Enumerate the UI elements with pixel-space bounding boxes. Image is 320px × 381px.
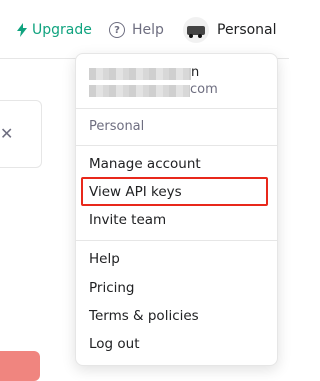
divider (76, 108, 277, 109)
account-dropdown-menu: n com Personal Manage account View API k… (75, 53, 278, 366)
close-icon[interactable]: ✕ (0, 124, 13, 143)
lightning-icon (17, 23, 27, 37)
email-suffix: com (190, 82, 218, 97)
help-button[interactable]: ? Help (109, 19, 164, 41)
account-label: Personal (217, 22, 277, 38)
top-bar: Upgrade ? Help Personal (0, 0, 289, 59)
username-tail: n (191, 65, 200, 80)
help-item[interactable]: Help (89, 249, 120, 269)
divider (76, 240, 277, 241)
annotation-highlight-box (81, 177, 268, 206)
invite-team-item[interactable]: Invite team (89, 210, 166, 230)
avatar (183, 17, 209, 43)
redacted-username (89, 68, 191, 80)
upgrade-button[interactable]: Upgrade (17, 19, 92, 41)
account-menu-button[interactable]: Personal (183, 17, 277, 43)
log-out-item[interactable]: Log out (89, 334, 140, 354)
divider (76, 145, 277, 146)
question-mark-icon: ? (109, 22, 125, 38)
help-label: Help (132, 22, 164, 38)
terms-policies-item[interactable]: Terms & policies (89, 306, 199, 326)
manage-account-item[interactable]: Manage account (89, 154, 201, 174)
upgrade-label: Upgrade (32, 22, 92, 38)
background-action-button[interactable] (0, 351, 40, 381)
organization-label: Personal (89, 119, 145, 134)
redacted-email (89, 85, 190, 97)
pricing-item[interactable]: Pricing (89, 278, 135, 298)
